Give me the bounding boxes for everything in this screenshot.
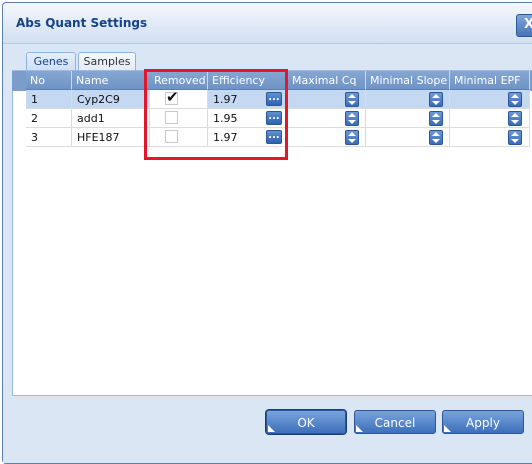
close-button[interactable]: X bbox=[516, 14, 532, 37]
row-number: 1 bbox=[26, 90, 72, 109]
spin-up-down-icon[interactable] bbox=[429, 92, 443, 107]
column-header-no[interactable]: No bbox=[26, 71, 72, 90]
spin-up-down-icon[interactable] bbox=[508, 111, 522, 126]
minimal-epf-cell[interactable] bbox=[450, 109, 530, 128]
cancel-button[interactable]: Cancel bbox=[354, 410, 436, 434]
maximal-cq-cell[interactable] bbox=[288, 128, 366, 147]
tab-samples[interactable]: Samples bbox=[78, 52, 136, 70]
spin-up-down-icon[interactable] bbox=[345, 111, 359, 126]
minimal-slope-cell[interactable] bbox=[366, 90, 450, 109]
gene-name[interactable]: Cyp2C9 bbox=[72, 90, 150, 109]
column-header-maximal-cq[interactable]: Maximal Cq bbox=[288, 71, 366, 90]
annotation-highlight-box bbox=[144, 69, 288, 160]
minimal-epf-cell[interactable] bbox=[450, 128, 530, 147]
tab-genes-label: Genes bbox=[33, 55, 69, 68]
minimal-epf-cell[interactable] bbox=[450, 90, 530, 109]
spin-up-down-icon[interactable] bbox=[508, 92, 522, 107]
spin-up-down-icon[interactable] bbox=[508, 130, 522, 145]
dialog-title: Abs Quant Settings bbox=[16, 16, 148, 30]
tab-samples-label: Samples bbox=[83, 55, 131, 68]
spin-up-down-icon[interactable] bbox=[429, 130, 443, 145]
corner-mark-icon bbox=[268, 425, 275, 432]
spin-up-down-icon[interactable] bbox=[345, 92, 359, 107]
corner-mark-icon bbox=[444, 425, 451, 432]
gene-name[interactable]: HFE187 bbox=[72, 128, 150, 147]
row-number: 3 bbox=[26, 128, 72, 147]
maximal-cq-cell[interactable] bbox=[288, 109, 366, 128]
spin-up-down-icon[interactable] bbox=[429, 111, 443, 126]
ok-button-label: OK bbox=[297, 416, 315, 430]
minimal-slope-cell[interactable] bbox=[366, 109, 450, 128]
maximal-cq-cell[interactable] bbox=[288, 90, 366, 109]
tab-genes[interactable]: Genes bbox=[26, 52, 76, 70]
corner-mark-icon bbox=[356, 425, 363, 432]
title-bar: Abs Quant Settings X bbox=[3, 3, 532, 44]
column-header-minimal-slope[interactable]: Minimal Slope bbox=[366, 71, 450, 90]
gene-name[interactable]: add1 bbox=[72, 109, 150, 128]
minimal-slope-cell[interactable] bbox=[366, 128, 450, 147]
apply-button[interactable]: Apply bbox=[442, 410, 524, 434]
row-number: 2 bbox=[26, 109, 72, 128]
cancel-button-label: Cancel bbox=[374, 416, 416, 430]
apply-button-label: Apply bbox=[466, 416, 500, 430]
close-icon: X bbox=[523, 17, 532, 32]
column-header-minimal-epf[interactable]: Minimal EPF bbox=[450, 71, 530, 90]
ok-button[interactable]: OK bbox=[266, 410, 346, 434]
spin-up-down-icon[interactable] bbox=[345, 130, 359, 145]
